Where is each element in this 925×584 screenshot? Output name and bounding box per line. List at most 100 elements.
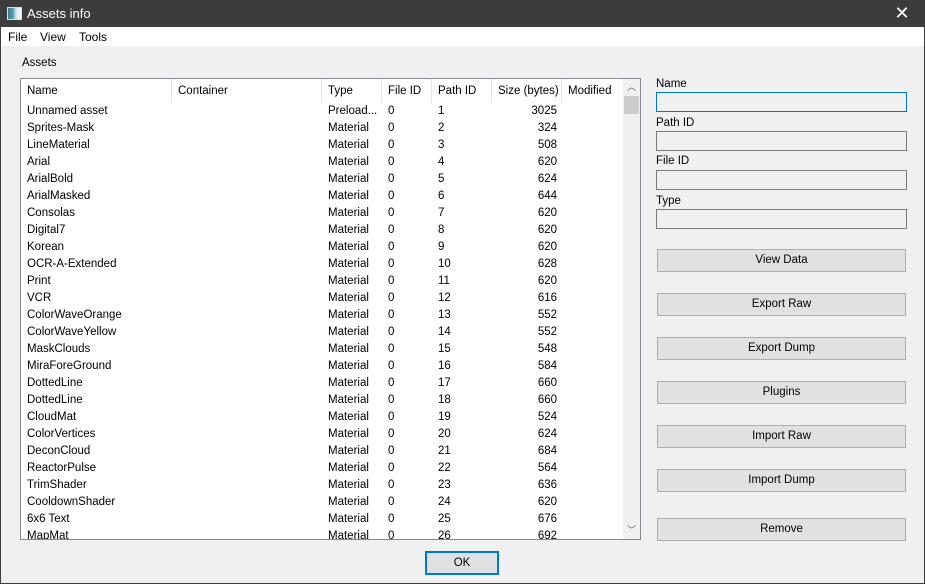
table-row[interactable]: ArialMasked Material 0 6 644: [21, 188, 621, 205]
ok-button[interactable]: OK: [425, 551, 499, 575]
cell-modified: [562, 392, 621, 409]
cell-container: [172, 103, 322, 120]
cell-path-id: 1: [438, 105, 445, 117]
table-row[interactable]: MiraForeGround Material 0 16 584: [21, 358, 621, 375]
view-data-button[interactable]: View Data: [657, 249, 906, 272]
close-icon[interactable]: ✕: [879, 0, 925, 27]
cell-type: Material: [328, 530, 369, 540]
cell-name: DottedLine: [27, 394, 83, 406]
cell-type: Material: [328, 513, 369, 525]
table-row[interactable]: ReactorPulse Material 0 22 564: [21, 460, 621, 477]
scroll-down-icon[interactable]: ﹀: [623, 522, 640, 539]
cell-container: [172, 239, 322, 256]
cell-modified: [562, 443, 621, 460]
assets-table[interactable]: Name Container Type File ID Path ID Size…: [20, 78, 641, 540]
table-row[interactable]: Print Material 0 11 620: [21, 273, 621, 290]
column-header-path-id[interactable]: Path ID: [432, 79, 492, 103]
cell-modified: [562, 188, 621, 205]
export-raw-button[interactable]: Export Raw: [657, 293, 906, 316]
scroll-thumb[interactable]: [624, 96, 639, 114]
vertical-scrollbar[interactable]: ︿ ﹀: [623, 79, 640, 539]
path-id-field[interactable]: [656, 131, 907, 151]
cell-path-id: 3: [438, 139, 445, 151]
menu-view[interactable]: View: [40, 30, 66, 44]
column-header-container[interactable]: Container: [172, 79, 322, 103]
table-header: Name Container Type File ID Path ID Size…: [21, 79, 621, 103]
cell-type: Material: [328, 394, 369, 406]
cell-type: Material: [328, 122, 369, 134]
table-row[interactable]: MaskClouds Material 0 15 548: [21, 341, 621, 358]
scroll-up-icon[interactable]: ︿: [623, 79, 640, 96]
cell-file-id: 0: [388, 173, 395, 185]
cell-file-id: 0: [388, 326, 395, 338]
cell-size: 3025: [531, 105, 557, 117]
type-field[interactable]: [656, 209, 907, 229]
table-row[interactable]: ColorVertices Material 0 20 624: [21, 426, 621, 443]
cell-container: [172, 409, 322, 426]
table-row[interactable]: DeconCloud Material 0 21 684: [21, 443, 621, 460]
table-row[interactable]: TrimShader Material 0 23 636: [21, 477, 621, 494]
cell-type: Material: [328, 428, 369, 440]
cell-modified: [562, 256, 621, 273]
cell-path-id: 12: [438, 292, 451, 304]
cell-container: [172, 154, 322, 171]
menu-tools[interactable]: Tools: [79, 30, 107, 44]
cell-file-id: 0: [388, 496, 395, 508]
cell-modified: [562, 222, 621, 239]
table-row[interactable]: Consolas Material 0 7 620: [21, 205, 621, 222]
cell-size: 692: [537, 530, 557, 540]
column-header-name[interactable]: Name: [21, 79, 172, 103]
cell-file-id: 0: [388, 156, 395, 168]
column-header-file-id[interactable]: File ID: [382, 79, 432, 103]
cell-size: 624: [537, 173, 557, 185]
column-header-modified[interactable]: Modified: [562, 79, 621, 103]
table-row[interactable]: 6x6 Text Material 0 25 676: [21, 511, 621, 528]
remove-button[interactable]: Remove: [657, 518, 906, 541]
import-raw-button[interactable]: Import Raw: [657, 425, 906, 448]
file-id-label: File ID: [656, 155, 690, 167]
table-row[interactable]: VCR Material 0 12 616: [21, 290, 621, 307]
table-row[interactable]: ColorWaveYellow Material 0 14 552: [21, 324, 621, 341]
file-id-field[interactable]: [656, 170, 907, 190]
table-body: Unnamed asset Preload... 0 1 3025 Sprites-Mas…: [21, 103, 621, 540]
plugins-button[interactable]: Plugins: [657, 381, 906, 404]
table-row[interactable]: Korean Material 0 9 620: [21, 239, 621, 256]
cell-name: ArialMasked: [27, 190, 91, 202]
cell-file-id: 0: [388, 241, 395, 253]
table-row[interactable]: ColorWaveOrange Material 0 13 552: [21, 307, 621, 324]
name-field[interactable]: [656, 92, 907, 112]
cell-container: [172, 528, 322, 539]
table-row[interactable]: CloudMat Material 0 19 524: [21, 409, 621, 426]
cell-path-id: 20: [438, 428, 451, 440]
import-dump-button[interactable]: Import Dump: [657, 469, 906, 492]
cell-container: [172, 426, 322, 443]
cell-file-id: 0: [388, 530, 395, 540]
cell-modified: [562, 171, 621, 188]
table-row[interactable]: LineMaterial Material 0 3 508: [21, 137, 621, 154]
cell-modified: [562, 137, 621, 154]
cell-modified: [562, 103, 621, 120]
table-row[interactable]: MapMat Material 0 26 692: [21, 528, 621, 540]
table-row[interactable]: DottedLine Material 0 18 660: [21, 392, 621, 409]
column-header-type[interactable]: Type: [322, 79, 382, 103]
cell-container: [172, 392, 322, 409]
column-header-size[interactable]: Size (bytes): [492, 79, 562, 103]
table-row[interactable]: Sprites-Mask Material 0 2 324: [21, 120, 621, 137]
table-row[interactable]: CooldownShader Material 0 24 620: [21, 494, 621, 511]
cell-type: Material: [328, 411, 369, 423]
cell-name: ColorWaveOrange: [27, 309, 122, 321]
table-row[interactable]: DottedLine Material 0 17 660: [21, 375, 621, 392]
cell-path-id: 8: [438, 224, 445, 236]
table-row[interactable]: Unnamed asset Preload... 0 1 3025: [21, 103, 621, 120]
export-dump-button[interactable]: Export Dump: [657, 337, 906, 360]
cell-path-id: 9: [438, 241, 445, 253]
table-row[interactable]: ArialBold Material 0 5 624: [21, 171, 621, 188]
cell-path-id: 26: [438, 530, 451, 540]
cell-file-id: 0: [388, 411, 395, 423]
table-row[interactable]: OCR-A-Extended Material 0 10 628: [21, 256, 621, 273]
cell-size: 584: [537, 360, 557, 372]
table-row[interactable]: Arial Material 0 4 620: [21, 154, 621, 171]
cell-name: Digital7: [27, 224, 66, 236]
table-row[interactable]: Digital7 Material 0 8 620: [21, 222, 621, 239]
menu-file[interactable]: File: [8, 30, 27, 44]
